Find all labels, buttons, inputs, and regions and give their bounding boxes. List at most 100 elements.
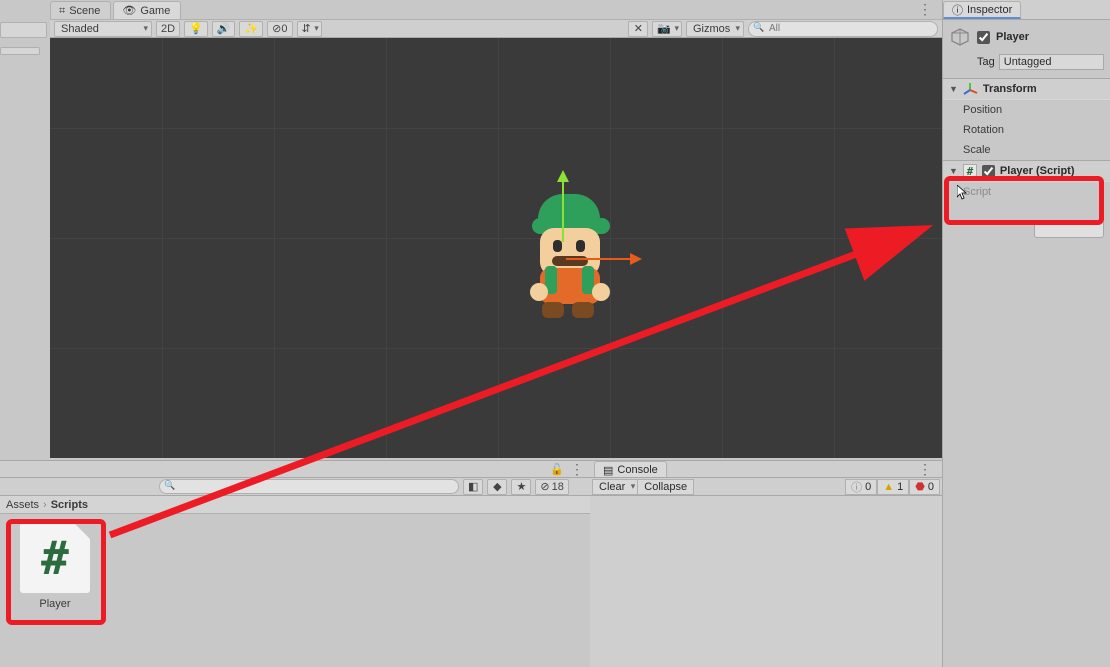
warn-icon: ▲ [883, 481, 894, 493]
warn-badge[interactable]: ▲ 1 [877, 479, 909, 495]
transform-title: Transform [983, 83, 1037, 95]
shading-mode-label: Shaded [61, 23, 99, 35]
tools-icon[interactable]: ✕ [628, 21, 648, 37]
gutter-stub [0, 47, 40, 55]
camera-icon: 📷 [657, 22, 671, 35]
favorite-icon[interactable]: ★ [511, 479, 531, 495]
tab-scene-label: Scene [69, 5, 100, 17]
breadcrumb-root[interactable]: Assets [6, 499, 39, 511]
tag-label: Tag [977, 56, 995, 68]
transform-icon [963, 82, 978, 97]
rotation-label: Rotation [963, 124, 1004, 136]
position-label: Position [963, 104, 1002, 116]
error-icon: ⬣ [915, 480, 925, 493]
shading-mode-dropdown[interactable]: Shaded [54, 21, 152, 37]
gutter-field[interactable] [0, 22, 47, 38]
csharp-icon: # [41, 531, 69, 585]
project-options-icon[interactable]: ⋮ [570, 461, 584, 478]
hidden-count-toggle[interactable]: ⊘ 18 [535, 479, 568, 495]
filter-label-icon[interactable]: ◆ [487, 479, 507, 495]
foldout-icon: ▼ [949, 84, 958, 94]
camera-dropdown[interactable]: 📷 ▾ [652, 21, 682, 37]
scene-search-placeholder: All [767, 23, 780, 34]
hidden-count: 18 [552, 481, 564, 493]
mode-2d-label: 2D [161, 23, 175, 35]
tab-game[interactable]: 👁 Game [113, 1, 181, 19]
scene-tab-strip: ⌗ Scene 👁 Game ⋮ [50, 0, 942, 20]
scale-label: Scale [963, 144, 991, 156]
cursor-icon [957, 185, 969, 201]
clear-dropdown[interactable]: Clear ▾ [592, 479, 637, 495]
script-field-row: Script [943, 182, 1110, 202]
gizmo-x-axis[interactable] [566, 258, 630, 260]
console-toolbar: Clear ▾ Collapse ⓘ 0 ▲ 1 ⬣ 0 [590, 478, 942, 496]
eye-off-icon: ⊘ [540, 480, 549, 493]
player-script-title: Player (Script) [1000, 165, 1075, 177]
visibility-count: 0 [281, 23, 287, 35]
error-badge[interactable]: ⬣ 0 [909, 479, 940, 495]
tab-inspector[interactable]: ⓘ Inspector [943, 1, 1021, 19]
scene-icon: ⌗ [59, 6, 65, 17]
overlay-icon: ⇵ [302, 22, 311, 35]
asset-tile: # [19, 522, 91, 594]
overlay-dropdown[interactable]: ⇵ ▾ [297, 21, 322, 37]
gameobject-enabled-checkbox[interactable] [977, 31, 990, 44]
scene-viewport[interactable] [50, 38, 942, 458]
breadcrumb-folder[interactable]: Scripts [51, 499, 88, 511]
lightbulb-icon[interactable]: 💡 [184, 21, 208, 37]
warn-count: 1 [897, 481, 903, 493]
script-enabled-checkbox[interactable] [982, 165, 995, 178]
tag-dropdown[interactable]: Untagged [999, 54, 1104, 70]
tab-options-icon[interactable]: ⋮ [918, 1, 942, 18]
console-tab-row: ▤ Console ⋮ [590, 460, 942, 478]
tab-inspector-label: Inspector [967, 4, 1012, 16]
visibility-toggle[interactable]: ⊘ 0 [267, 21, 292, 37]
gizmos-dropdown[interactable]: Gizmos [686, 21, 744, 37]
project-toolbar: ◧ ◆ ★ ⊘ 18 [0, 478, 590, 496]
mode-2d-toggle[interactable]: 2D [156, 21, 180, 37]
clear-label: Clear [599, 481, 625, 493]
inspector-info-icon: ⓘ [952, 2, 963, 18]
cube-icon[interactable] [949, 26, 971, 48]
tab-game-label: Game [140, 5, 170, 17]
eye-off-icon: ⊘ [272, 22, 281, 35]
inspector-panel: ⓘ Inspector Player Tag Untagged ▼ Transf… [942, 0, 1110, 667]
filter-type-icon[interactable]: ◧ [463, 479, 483, 495]
audio-icon[interactable]: 🔊 [212, 21, 236, 37]
tab-console[interactable]: ▤ Console [594, 461, 667, 477]
error-count: 0 [928, 481, 934, 493]
breadcrumb-separator: › [43, 499, 47, 511]
transform-scale-row[interactable]: Scale [943, 140, 1110, 160]
tag-row: Tag Untagged [943, 52, 1110, 78]
info-icon: ⓘ [851, 479, 862, 495]
project-grid[interactable]: # Player [0, 514, 590, 667]
console-options-icon[interactable]: ⋮ [918, 461, 942, 478]
info-badge[interactable]: ⓘ 0 [845, 479, 877, 495]
transform-rotation-row[interactable]: Rotation [943, 120, 1110, 140]
foldout-icon: ▼ [949, 166, 958, 176]
gizmos-label: Gizmos [693, 23, 730, 35]
lock-icon[interactable]: 🔓 [550, 463, 564, 476]
scene-toolbar: Shaded 2D 💡 🔊 ✨ ⊘ 0 ⇵ ▾ ✕ 📷 ▾ Gizmos All [50, 20, 942, 38]
transform-position-row[interactable]: Position [943, 100, 1110, 120]
add-component-button[interactable] [1034, 220, 1104, 238]
asset-player-script[interactable]: # Player [15, 522, 95, 610]
collapse-label: Collapse [644, 481, 687, 493]
csharp-icon: # [963, 164, 977, 178]
collapse-button[interactable]: Collapse [637, 479, 694, 495]
gizmo-y-axis[interactable] [562, 182, 564, 242]
inspector-tab-row: ⓘ Inspector [943, 0, 1110, 20]
fx-icon[interactable]: ✨ [239, 21, 263, 37]
transform-header[interactable]: ▼ Transform [943, 78, 1110, 100]
player-script-header[interactable]: ▼ # Player (Script) [943, 160, 1110, 182]
gameobject-name[interactable]: Player [996, 31, 1029, 43]
breadcrumb: Assets › Scripts [0, 496, 590, 514]
project-search-input[interactable] [159, 479, 459, 494]
asset-label: Player [15, 598, 95, 610]
tab-scene[interactable]: ⌗ Scene [50, 1, 111, 19]
console-body[interactable] [590, 496, 942, 667]
tag-value: Untagged [1004, 56, 1052, 68]
info-count: 0 [865, 481, 871, 493]
console-icon: ▤ [603, 464, 613, 477]
scene-search-input[interactable]: All [748, 21, 938, 37]
